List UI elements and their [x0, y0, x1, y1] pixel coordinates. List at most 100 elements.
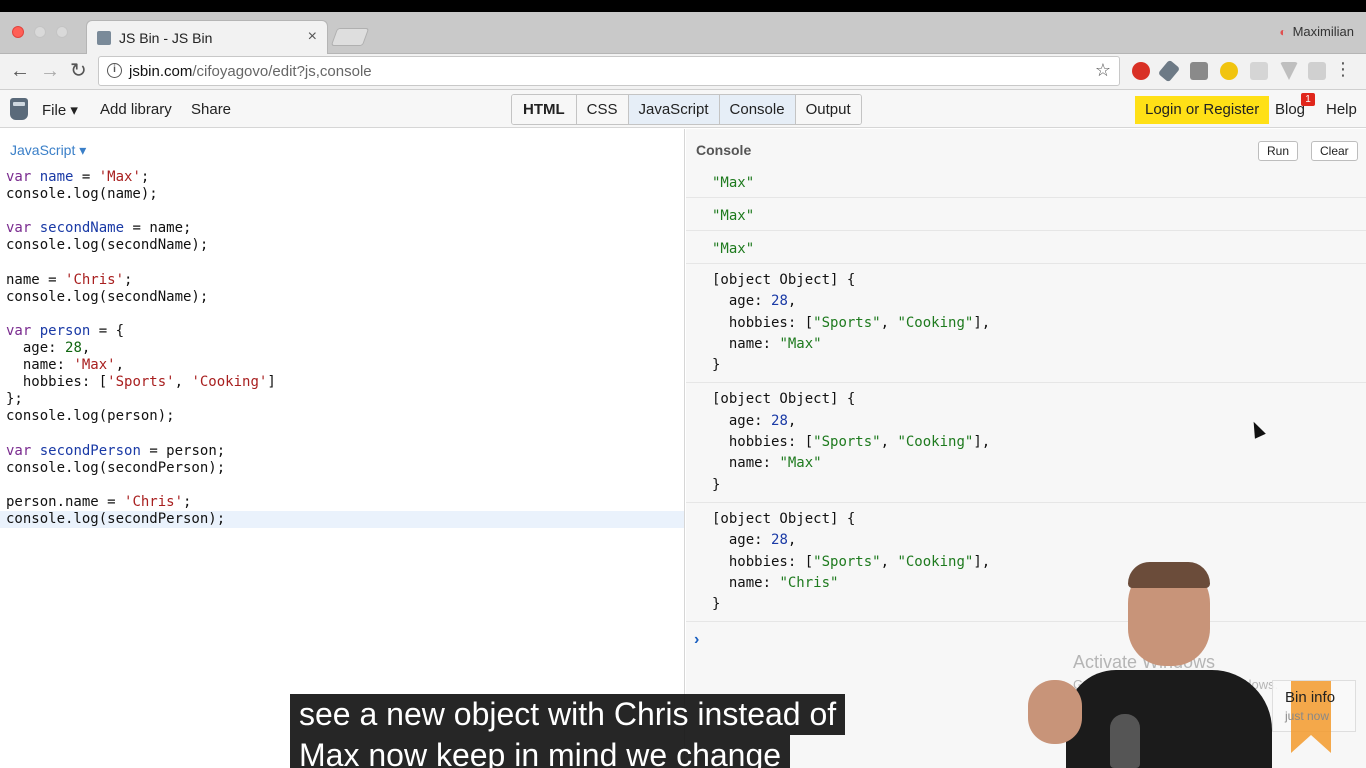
extension-v-icon[interactable] [1280, 62, 1298, 80]
presenter-body [1066, 670, 1272, 768]
jsbin-favicon-icon [97, 31, 111, 45]
code-line[interactable]: age: 28, [0, 340, 684, 357]
extension-eyedropper-icon[interactable] [1157, 59, 1181, 83]
presenter-hair [1128, 562, 1210, 588]
console-line: name: "Max" [712, 335, 822, 352]
console-entry: "Max" [686, 165, 1366, 198]
help-link[interactable]: Help [1326, 101, 1357, 118]
code-line[interactable]: var name = 'Max'; [0, 169, 684, 186]
run-button[interactable]: Run [1258, 141, 1299, 161]
console-prompt-icon[interactable]: › [694, 631, 699, 649]
code-line[interactable]: console.log(name); [0, 186, 684, 203]
code-editor[interactable]: var name = 'Max'; console.log(name); var s… [0, 169, 684, 528]
console-title: Console [696, 142, 752, 158]
console-entry: [object Object] { age: 28, hobbies: ["Sp… [686, 264, 1366, 384]
clear-button[interactable]: Clear [1311, 141, 1358, 161]
address-bar[interactable]: i jsbin.com/cifoyagovo/edit?js,console ☆ [98, 56, 1120, 86]
javascript-editor-panel: JavaScript ▾ var name = 'Max'; console.lo… [0, 129, 685, 768]
browser-tab[interactable]: JS Bin - JS Bin × [86, 20, 328, 54]
console-output: "Max" "Max" "Max" [object Object] { age: 28… [686, 165, 1366, 623]
code-line[interactable]: var secondPerson = person; [0, 443, 684, 460]
code-line[interactable]: console.log(secondName); [0, 289, 684, 306]
extension-red-icon[interactable] [1132, 62, 1150, 80]
code-line[interactable]: console.log(secondPerson); [0, 460, 684, 477]
code-line[interactable] [0, 477, 684, 494]
top-strip [0, 0, 1366, 12]
editor-language-dropdown[interactable]: JavaScript ▾ [10, 142, 86, 159]
console-line: hobbies: ["Sports", "Cooking"], [712, 314, 991, 331]
caption-line-2: Max now keep in mind we change [290, 735, 791, 768]
presenter-hand [1028, 680, 1082, 744]
login-register-button[interactable]: Login or Register [1135, 96, 1270, 124]
tab-console[interactable]: Console [719, 95, 796, 124]
site-info-icon[interactable]: i [107, 63, 122, 78]
code-line[interactable] [0, 306, 684, 323]
reload-button[interactable]: ↻ [70, 59, 87, 83]
tab-css[interactable]: CSS [576, 95, 629, 124]
code-line[interactable]: hobbies: ['Sports', 'Cooking'] [0, 374, 684, 391]
console-line: [object Object] { [712, 391, 856, 408]
console-line: name: "Max" [712, 455, 822, 472]
microphone-icon [1110, 714, 1140, 768]
tab-title: JS Bin - JS Bin [119, 30, 213, 46]
console-line: hobbies: ["Sports", "Cooking"], [712, 434, 991, 451]
console-line: "Max" [712, 208, 755, 224]
console-line: "Max" [712, 175, 755, 191]
caption-line-1: see a new object with Chris instead of [290, 694, 846, 735]
file-menu[interactable]: File ▾ [42, 101, 78, 119]
console-line: "Max" [712, 241, 755, 257]
console-entry: "Max" [686, 198, 1366, 231]
code-line[interactable] [0, 203, 684, 220]
presenter-webcam [1028, 562, 1272, 768]
extension-moon-icon[interactable] [1220, 62, 1238, 80]
console-entry: "Max" [686, 231, 1366, 264]
browser-tab-strip: JS Bin - JS Bin × ◐ Maximilian [0, 12, 1366, 54]
jsbin-logo-icon[interactable] [10, 98, 28, 120]
code-line[interactable]: person.name = 'Chris'; [0, 494, 684, 511]
url-path: /cifoyagovo/edit?js,console [192, 63, 372, 80]
code-line[interactable]: console.log(person); [0, 408, 684, 425]
bin-info-time: just now [1285, 709, 1330, 723]
code-line[interactable]: }; [0, 391, 684, 408]
back-button[interactable]: ← [10, 59, 30, 83]
code-line[interactable]: name = 'Chris'; [0, 272, 684, 289]
code-line[interactable] [0, 254, 684, 271]
panel-toggle-group: HTML CSS JavaScript Console Output [511, 94, 862, 125]
url-host: jsbin.com [129, 63, 193, 80]
tab-html[interactable]: HTML [512, 95, 577, 124]
forward-button[interactable]: → [40, 59, 60, 83]
video-caption: see a new object with Chris instead of M… [290, 694, 846, 768]
profile-button[interactable]: ◐ Maximilian [1279, 24, 1354, 39]
browser-menu-icon[interactable]: ⋮ [1334, 59, 1352, 80]
console-line: [object Object] { [712, 272, 856, 288]
code-line[interactable]: console.log(secondName); [0, 237, 684, 254]
profile-name: Maximilian [1292, 24, 1354, 39]
blog-badge: 1 [1301, 93, 1315, 106]
code-line[interactable] [0, 425, 684, 442]
add-library-button[interactable]: Add library [100, 101, 172, 118]
bookmark-star-icon[interactable]: ☆ [1095, 60, 1111, 81]
code-line[interactable]: var secondName = name; [0, 220, 684, 237]
code-line[interactable]: var person = { [0, 323, 684, 340]
share-button[interactable]: Share [191, 101, 231, 118]
code-line[interactable]: name: 'Max', [0, 357, 684, 374]
screen: JS Bin - JS Bin × ◐ Maximilian ← → ↻ i js… [0, 0, 1366, 768]
extension-gray-icon[interactable] [1308, 62, 1326, 80]
profile-icon: ◐ [1279, 25, 1287, 39]
code-line[interactable]: console.log(secondPerson); [0, 510, 684, 528]
tab-output[interactable]: Output [795, 95, 861, 124]
bin-info-panel[interactable]: Bin info just now [1272, 680, 1356, 753]
maximize-window-button[interactable] [56, 26, 68, 38]
minimize-window-button[interactable] [34, 26, 46, 38]
console-line: age: 28, [712, 412, 797, 429]
new-tab-button[interactable] [330, 28, 370, 46]
tab-javascript[interactable]: JavaScript [628, 95, 720, 124]
close-window-button[interactable] [12, 26, 24, 38]
extension-grid-icon[interactable] [1250, 62, 1268, 80]
extension-jb-icon[interactable] [1190, 62, 1208, 80]
tab-close-icon[interactable]: × [308, 28, 317, 46]
console-line: age: 28, [712, 293, 797, 310]
console-line: } [712, 357, 721, 374]
url-text: jsbin.com/cifoyagovo/edit?js,console [129, 63, 372, 80]
console-line: [object Object] { [712, 510, 856, 527]
